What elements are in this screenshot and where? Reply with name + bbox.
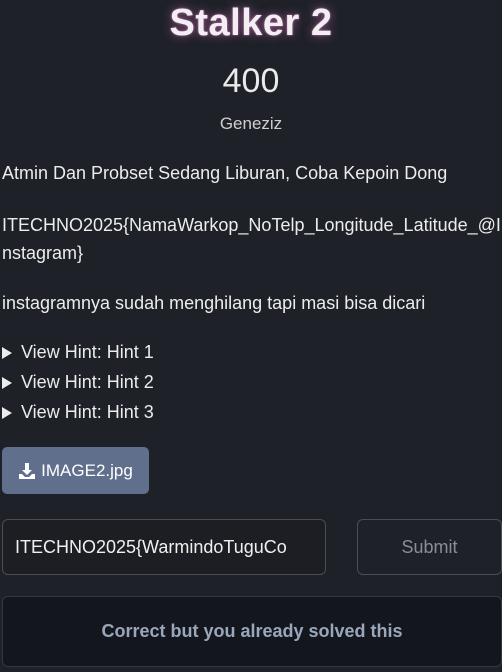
- result-text: Correct but you already solved this: [101, 621, 403, 641]
- flag-format-text: ITECHNO2025{NamaWarkop_NoTelp_Longitude_…: [2, 215, 501, 263]
- disclosure-triangle-icon: [2, 346, 12, 359]
- hint-toggle-3[interactable]: View Hint: Hint 3: [2, 402, 154, 423]
- hint-toggle-2[interactable]: View Hint: Hint 2: [2, 372, 154, 393]
- file-name: IMAGE2.jpg: [41, 460, 133, 480]
- file-download-button[interactable]: IMAGE2.jpg: [2, 447, 149, 494]
- description-note: instagramnya sudah menghilang tapi masi …: [2, 293, 426, 313]
- hint-label: View Hint: Hint 1: [21, 342, 154, 362]
- disclosure-triangle-icon: [2, 406, 12, 419]
- result-message: Correct but you already solved this: [2, 596, 502, 667]
- challenge-points: 400: [222, 62, 280, 100]
- challenge-title: Stalker 2: [169, 2, 333, 44]
- description-text: Atmin Dan Probset Sedang Liburan, Coba K…: [2, 163, 448, 183]
- flag-input[interactable]: [2, 519, 326, 575]
- challenge-category: Geneziz: [219, 114, 283, 133]
- hint-toggle-1[interactable]: View Hint: Hint 1: [2, 342, 154, 363]
- submit-button[interactable]: Submit: [357, 519, 502, 575]
- disclosure-triangle-icon: [2, 376, 12, 389]
- hint-label: View Hint: Hint 2: [21, 372, 154, 392]
- download-icon: [19, 462, 36, 479]
- hint-label: View Hint: Hint 3: [21, 402, 154, 422]
